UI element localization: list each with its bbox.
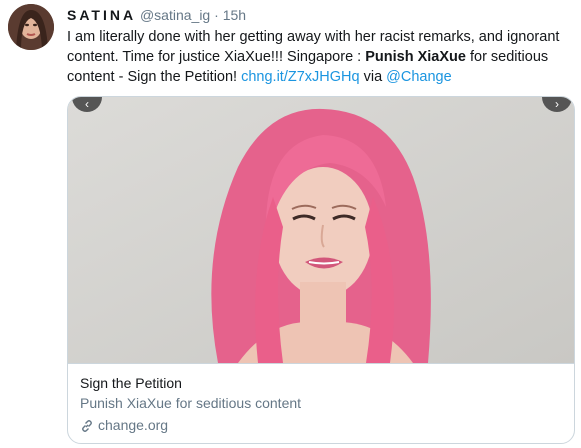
tweet-text: I am literally done with her getting awa… [67, 27, 567, 87]
timestamp[interactable]: 15h [223, 7, 246, 23]
tweet-header: SATINA @satina_ig · 15h [67, 6, 246, 24]
avatar-image [8, 4, 54, 50]
card-description: Punish XiaXue for seditious content [80, 395, 302, 411]
card-title: Sign the Petition [80, 375, 182, 391]
tweet[interactable]: SATINA @satina_ig · 15h I am literally d… [0, 0, 581, 448]
via-text: via [359, 69, 387, 85]
card-image-graphic [68, 97, 574, 363]
link-icon [80, 418, 94, 432]
display-name[interactable]: SATINA [67, 7, 136, 23]
avatar[interactable] [8, 4, 54, 50]
handle[interactable]: @satina_ig [140, 7, 210, 23]
petition-link[interactable]: chng.it/Z7xJHGHq [241, 69, 359, 85]
card-domain: change.org [80, 415, 564, 435]
card-domain-text: change.org [98, 417, 169, 433]
card-image[interactable]: ‹ › [68, 97, 574, 363]
mention-change[interactable]: @Change [386, 69, 452, 85]
tweet-text-bold: Punish XiaXue [365, 49, 466, 65]
link-card[interactable]: ‹ › Sign the Petition Punish XiaXue for … [67, 96, 575, 444]
separator-dot: · [214, 7, 219, 23]
card-body[interactable]: Sign the Petition Punish XiaXue for sedi… [68, 363, 574, 443]
